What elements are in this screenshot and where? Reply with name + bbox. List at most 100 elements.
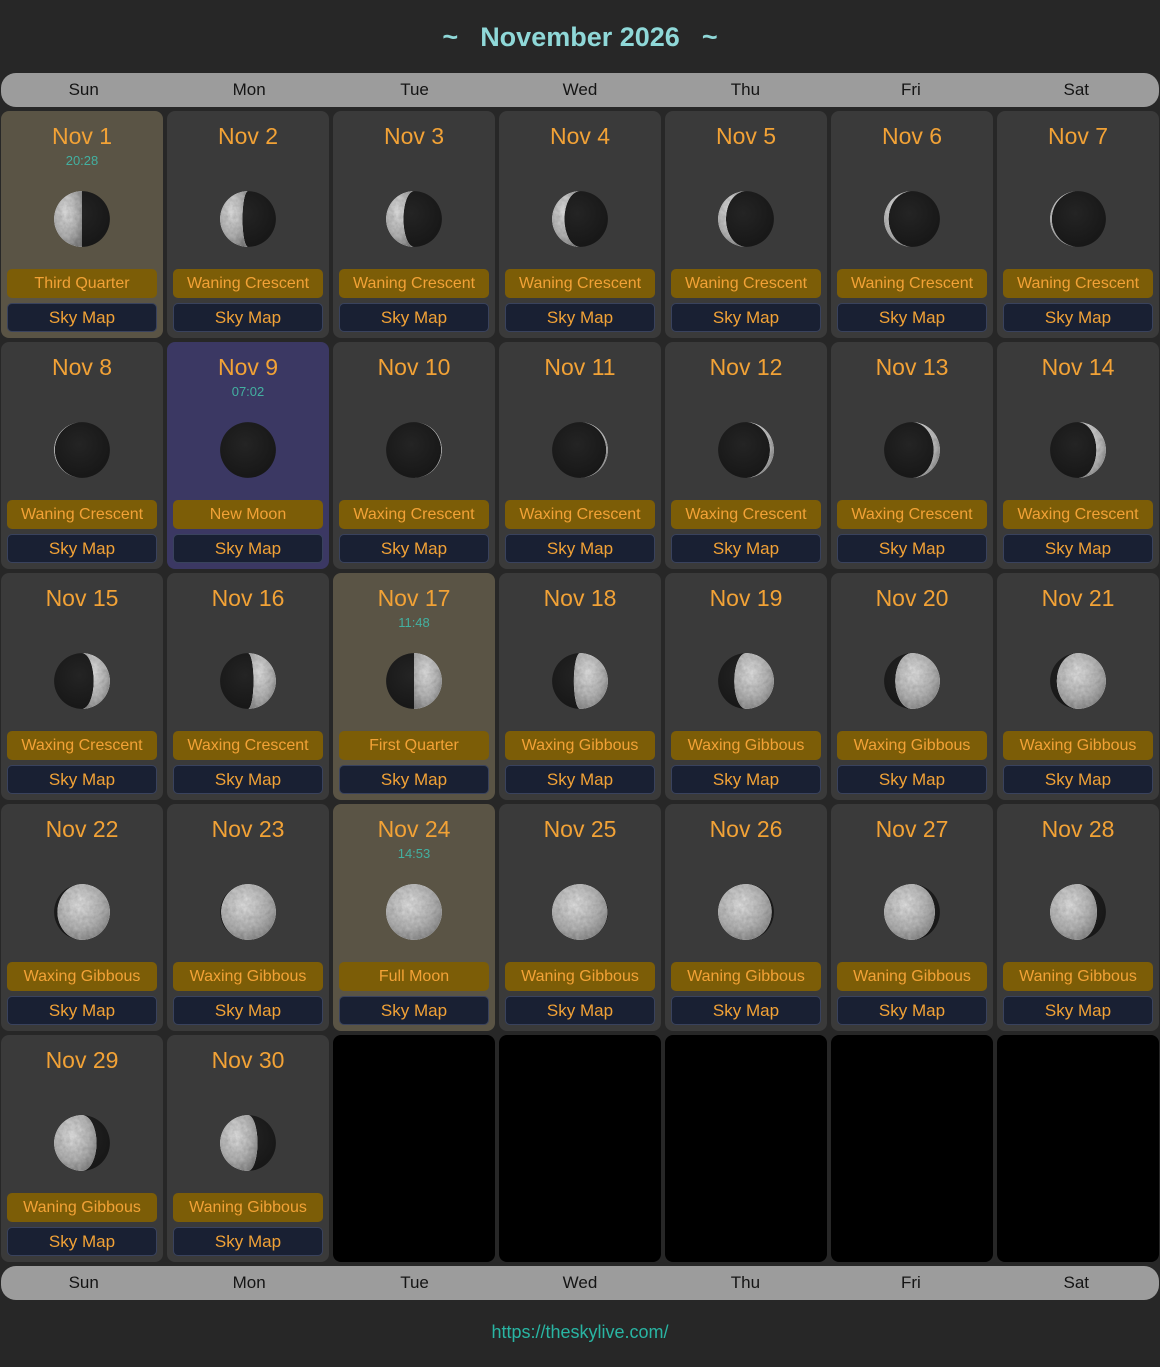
day-cell: Nov 5 Waning Crescent Sky Map [665,111,827,338]
day-date: Nov 25 [503,816,657,843]
day-date: Nov 2 [171,123,325,150]
sky-map-button[interactable]: Sky Map [837,996,987,1025]
day-date: Nov 5 [669,123,823,150]
moon-phase-image [549,419,611,481]
moon-area [5,400,159,500]
phase-name-badge: Waxing Crescent [339,500,489,529]
day-cell: Nov 9 07:02 New Moon Sky Map [167,342,329,569]
sky-map-button[interactable]: Sky Map [339,303,489,332]
day-date: Nov 6 [835,123,989,150]
sky-map-button[interactable]: Sky Map [173,1227,323,1256]
weekday-label: Sun [1,1273,166,1293]
moon-phase-image [51,188,113,250]
day-date: Nov 22 [5,816,159,843]
moon-phase-image [383,188,445,250]
sky-map-button[interactable]: Sky Map [671,303,821,332]
phase-time [1001,846,1155,862]
day-date: Nov 27 [835,816,989,843]
phase-name-badge: Waxing Gibbous [671,731,821,760]
phase-name-badge: Waxing Crescent [1003,500,1153,529]
sky-map-button[interactable]: Sky Map [339,996,489,1025]
moon-area [1001,169,1155,269]
moon-phase-image [383,419,445,481]
weekday-label: Sun [1,80,166,100]
moon-phase-image [881,188,943,250]
phase-time [835,615,989,631]
phase-time [503,153,657,169]
weekday-label: Tue [332,1273,497,1293]
sky-map-button[interactable]: Sky Map [173,534,323,563]
day-cell: Nov 7 Waning Crescent Sky Map [997,111,1159,338]
sky-map-button[interactable]: Sky Map [671,534,821,563]
day-date: Nov 29 [5,1047,159,1074]
weekday-label: Sat [994,80,1159,100]
moon-phase-image [881,881,943,943]
empty-cell [333,1035,495,1262]
sky-map-button[interactable]: Sky Map [671,996,821,1025]
phase-name-badge: First Quarter [339,731,489,760]
phase-name-badge: Waxing Gibbous [7,962,157,991]
sky-map-button[interactable]: Sky Map [7,996,157,1025]
day-date: Nov 18 [503,585,657,612]
phase-time [669,384,823,400]
day-cell: Nov 20 Waxing Gibbous Sky Map [831,573,993,800]
day-cell: Nov 10 Waxing Crescent Sky Map [333,342,495,569]
phase-name-badge: Waning Crescent [7,500,157,529]
moon-area [337,169,491,269]
sky-map-button[interactable]: Sky Map [505,996,655,1025]
phase-name-badge: Waning Crescent [173,269,323,298]
sky-map-button[interactable]: Sky Map [173,303,323,332]
phase-name-badge: Waxing Crescent [173,731,323,760]
moon-phase-image [217,419,279,481]
moon-phase-image [1047,188,1109,250]
sky-map-button[interactable]: Sky Map [7,1227,157,1256]
moon-area [835,631,989,731]
sky-map-button[interactable]: Sky Map [339,534,489,563]
day-date: Nov 12 [669,354,823,381]
sky-map-button[interactable]: Sky Map [671,765,821,794]
moon-phase-image [715,188,777,250]
sky-map-button[interactable]: Sky Map [1003,996,1153,1025]
day-cell: Nov 18 Waxing Gibbous Sky Map [499,573,661,800]
moon-area [1001,400,1155,500]
day-cell: Nov 11 Waxing Crescent Sky Map [499,342,661,569]
sky-map-button[interactable]: Sky Map [173,996,323,1025]
day-cell: Nov 6 Waning Crescent Sky Map [831,111,993,338]
day-cell: Nov 29 Waning Gibbous Sky Map [1,1035,163,1262]
moon-phase-image [549,650,611,712]
sky-map-button[interactable]: Sky Map [505,765,655,794]
sky-map-button[interactable]: Sky Map [7,765,157,794]
phase-time [503,846,657,862]
phase-time [171,153,325,169]
sky-map-button[interactable]: Sky Map [173,765,323,794]
sky-map-button[interactable]: Sky Map [1003,765,1153,794]
phase-time: 14:53 [337,846,491,862]
sky-map-button[interactable]: Sky Map [505,534,655,563]
phase-name-badge: Waning Crescent [837,269,987,298]
sky-map-button[interactable]: Sky Map [339,765,489,794]
sky-map-button[interactable]: Sky Map [7,534,157,563]
moon-calendar-page: ~November 2026~ SunMonTueWedThuFriSat No… [0,0,1160,1365]
sky-map-button[interactable]: Sky Map [837,534,987,563]
moon-area [171,1093,325,1193]
day-cell: Nov 28 Waning Gibbous Sky Map [997,804,1159,1031]
phase-name-badge: Waning Gibbous [505,962,655,991]
day-date: Nov 15 [5,585,159,612]
sky-map-button[interactable]: Sky Map [505,303,655,332]
day-date: Nov 9 [171,354,325,381]
footer-link[interactable]: https://theskylive.com/ [491,1322,668,1342]
day-date: Nov 11 [503,354,657,381]
phase-name-badge: New Moon [173,500,323,529]
moon-area [5,169,159,269]
weekday-label: Sat [994,1273,1159,1293]
sky-map-button[interactable]: Sky Map [837,303,987,332]
sky-map-button[interactable]: Sky Map [1003,303,1153,332]
phase-name-badge: Waxing Gibbous [1003,731,1153,760]
day-cell: Nov 24 14:53 Full Moon Sky Map [333,804,495,1031]
day-date: Nov 4 [503,123,657,150]
phase-time: 20:28 [5,153,159,169]
sky-map-button[interactable]: Sky Map [1003,534,1153,563]
phase-time [669,153,823,169]
sky-map-button[interactable]: Sky Map [837,765,987,794]
sky-map-button[interactable]: Sky Map [7,303,157,332]
